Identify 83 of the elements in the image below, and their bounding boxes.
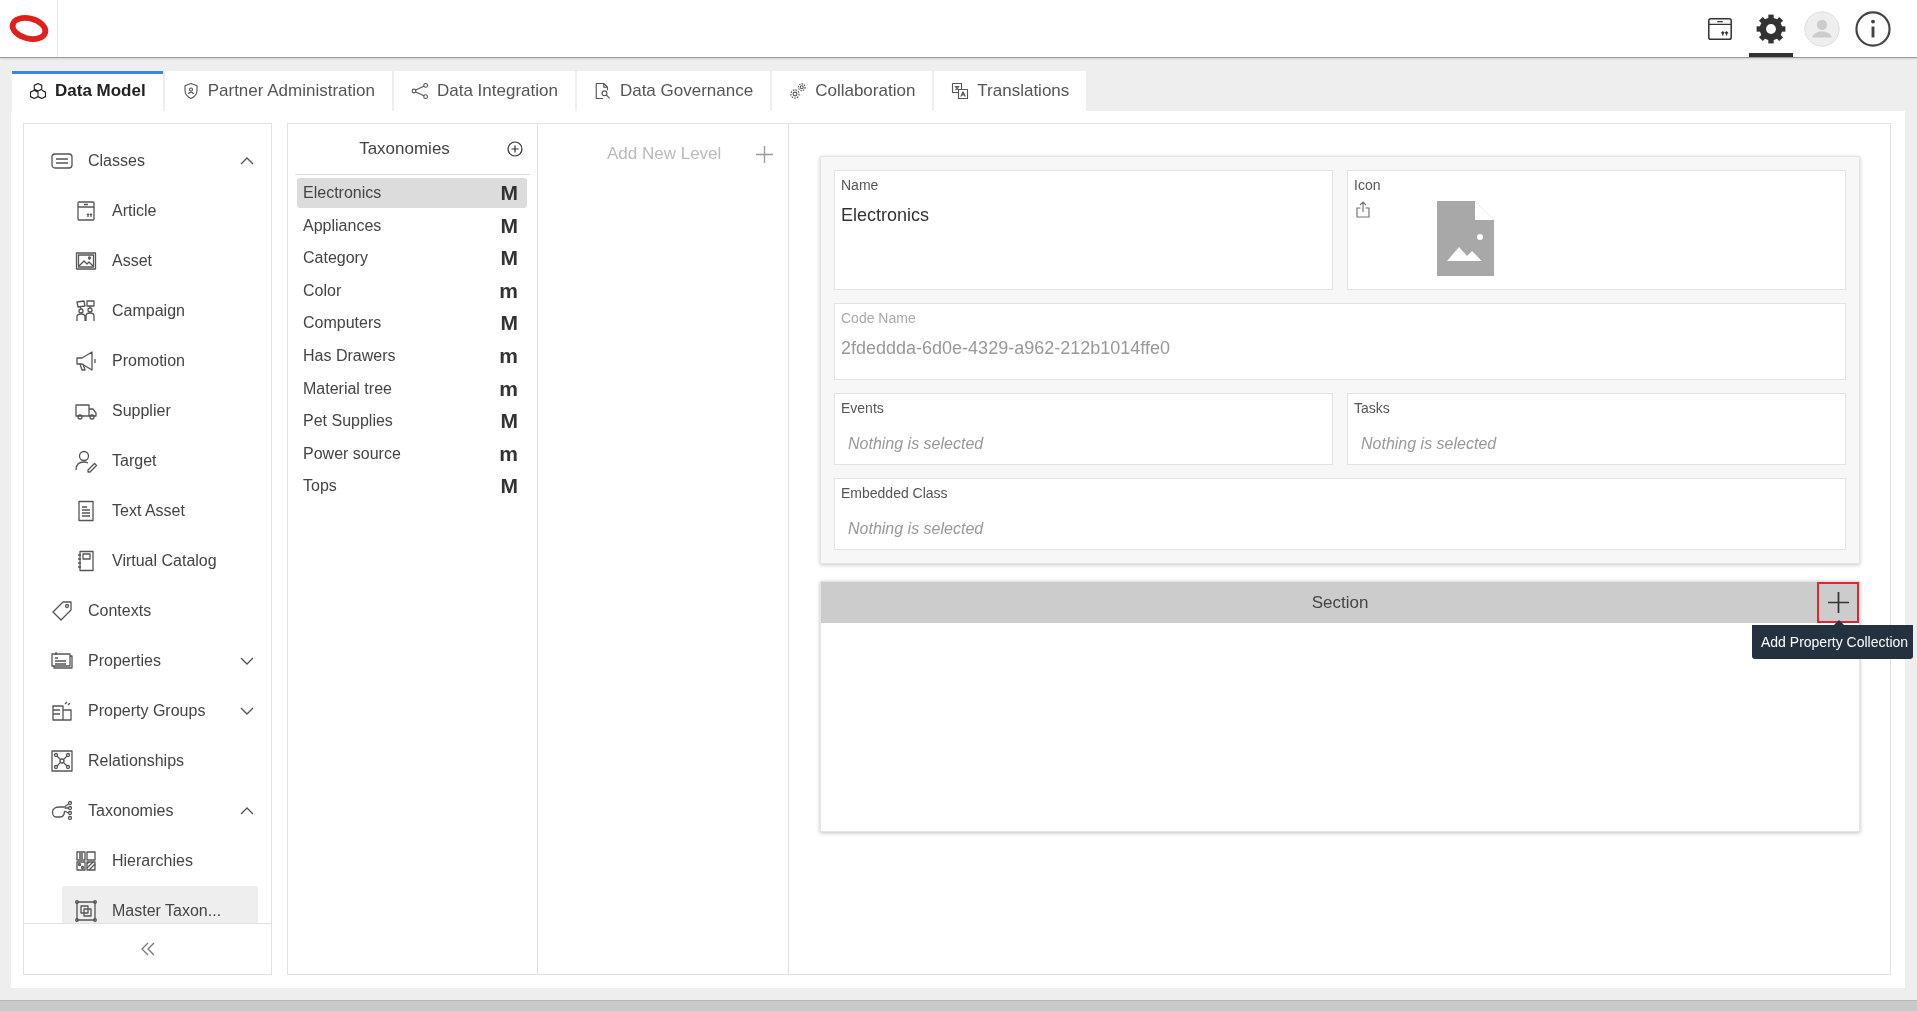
chevron-down-icon[interactable] <box>240 707 254 715</box>
image-file-icon <box>1437 201 1494 276</box>
gears-icon <box>789 82 808 100</box>
taxonomy-item[interactable]: Material tree m <box>297 373 527 404</box>
field-label: Embedded Class <box>841 484 948 503</box>
info-icon <box>1855 10 1891 47</box>
sidebar-item[interactable]: Master Taxon... <box>62 886 258 923</box>
sidebar-item[interactable]: Asset <box>62 236 258 286</box>
select-field[interactable]: Events Nothing is selected <box>834 393 1333 465</box>
add-button[interactable] <box>1817 582 1859 623</box>
taxonomy-item[interactable]: Appliances M <box>297 210 527 241</box>
tag-icon <box>50 599 74 623</box>
settings-icon <box>1755 12 1787 45</box>
taxonomy-item[interactable]: Category M <box>297 243 527 274</box>
person-pencil-icon <box>74 449 98 473</box>
grid-icon <box>74 849 98 873</box>
select-field[interactable]: Embedded Class Nothing is selected <box>834 478 1846 550</box>
tab[interactable]: Translations <box>934 71 1087 111</box>
translate-icon <box>951 82 970 100</box>
network-icon <box>50 749 74 773</box>
sidebar-item[interactable]: Target <box>62 436 258 486</box>
tooltip: Add Property Collection <box>1752 619 1914 659</box>
logo-icon <box>7 13 50 44</box>
double-chevron-icon <box>140 942 155 956</box>
plus-circle-icon <box>507 141 523 157</box>
select-field[interactable]: Tasks Nothing is selected <box>1347 393 1846 465</box>
sidebar-item[interactable]: Hierarchies <box>62 836 258 886</box>
nodes-icon <box>410 82 429 100</box>
taxonomy-item[interactable]: Tops M <box>297 471 527 502</box>
sidebar-item[interactable]: Contexts <box>38 586 258 636</box>
sidebar-item[interactable]: Classes <box>38 136 258 186</box>
upload-icon[interactable] <box>1356 201 1370 218</box>
megaphone-icon <box>74 349 98 373</box>
people-icon <box>74 299 98 323</box>
text-input[interactable]: Electronics <box>841 202 1326 228</box>
building-icon <box>50 699 74 723</box>
tab[interactable]: Data Integration <box>393 71 575 111</box>
sidebar-item[interactable]: Text Asset <box>62 486 258 536</box>
shield-icon <box>181 82 200 100</box>
field-label: Tasks <box>1354 399 1390 418</box>
sidebar-item[interactable]: Relationships <box>38 736 258 786</box>
chevron-up-icon[interactable] <box>240 807 254 815</box>
chevron-down-icon[interactable] <box>240 657 254 665</box>
sidebar-item[interactable]: Virtual Catalog <box>62 536 258 586</box>
field-label: Icon <box>1354 176 1381 195</box>
sidebar-item[interactable]: Properties <box>38 636 258 686</box>
chevron-up-icon[interactable] <box>240 157 254 165</box>
flow-icon <box>50 799 74 823</box>
field-label: Events <box>841 399 884 418</box>
cubes-icon <box>29 82 47 100</box>
plus-icon <box>1827 592 1849 613</box>
plus-icon <box>756 145 773 163</box>
panel-title: Taxonomies <box>358 139 451 159</box>
sidebar-item[interactable]: Promotion <box>62 336 258 386</box>
tab[interactable]: Partner Administration <box>164 71 392 111</box>
avatar-icon <box>1804 10 1840 47</box>
taxonomy-item[interactable]: Has Drawers m <box>297 340 527 371</box>
taxonomy-item[interactable]: Computers M <box>297 308 527 339</box>
icon-field[interactable]: Icon <box>1347 170 1846 290</box>
taxonomy-item[interactable]: Color m <box>297 275 527 306</box>
field-label: Name <box>841 176 879 195</box>
sidebar-item[interactable]: Taxonomies <box>38 786 258 836</box>
add-taxonomy-button[interactable] <box>507 141 523 157</box>
tab[interactable]: Data Model <box>12 71 163 111</box>
document-search-icon <box>593 82 612 100</box>
taxonomy-item[interactable]: Electronics M <box>297 178 527 208</box>
select-input[interactable]: Nothing is selected <box>841 517 1839 541</box>
box-icon <box>74 199 98 223</box>
tab[interactable]: Collaboration <box>772 71 933 111</box>
text-field[interactable]: Name Electronics <box>834 170 1333 290</box>
picture-icon <box>74 249 98 273</box>
taxonomy-item[interactable]: Pet Supplies M <box>297 406 527 437</box>
field-label: Code Name <box>841 309 916 328</box>
select-input[interactable]: Nothing is selected <box>841 432 1326 456</box>
sidebar-item[interactable]: Supplier <box>62 386 258 436</box>
taxonomy-item[interactable]: Power source m <box>297 438 527 469</box>
sidebar-item[interactable]: Property Groups <box>38 686 258 736</box>
sidebar-item[interactable]: Campaign <box>62 286 258 336</box>
section-title: Section <box>1311 592 1369 613</box>
squares-icon <box>74 899 98 923</box>
sidebar-item[interactable]: Article <box>62 186 258 236</box>
tab[interactable]: Data Governance <box>576 71 771 111</box>
select-input[interactable]: Nothing is selected <box>1354 432 1839 456</box>
